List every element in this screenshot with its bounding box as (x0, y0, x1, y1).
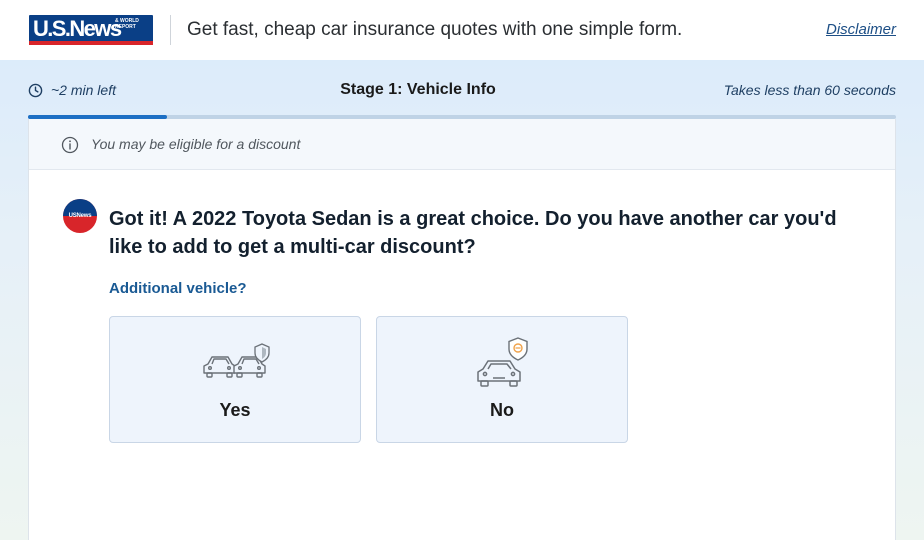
stage-title: Stage 1: Vehicle Info (340, 81, 496, 98)
takes-time-text: Takes less than 60 seconds (723, 82, 896, 98)
discount-notice-bar: You may be eligible for a discount (29, 119, 895, 170)
logo-stripe (29, 41, 153, 45)
question-card: You may be eligible for a discount USNew… (28, 119, 896, 540)
discount-notice-text: You may be eligible for a discount (91, 136, 301, 152)
two-cars-shield-icon (203, 343, 270, 378)
disclaimer-link[interactable]: Disclaimer (826, 20, 896, 40)
yes-option-label: Yes (219, 400, 251, 420)
single-car-shield-icon (477, 337, 528, 387)
yes-option-button[interactable]: Yes (109, 316, 361, 443)
usnews-logo[interactable]: U.S.News & WORLD REPORT (29, 15, 153, 45)
avatar-text: USNews (68, 213, 92, 219)
top-bar: U.S.News & WORLD REPORT Get fast, cheap … (0, 0, 924, 60)
info-icon (61, 136, 79, 154)
logo-text: U.S.News (33, 16, 122, 41)
no-option-label: No (490, 400, 514, 420)
additional-vehicle-label: Additional vehicle? (109, 280, 247, 297)
no-option-button[interactable]: No (376, 316, 628, 443)
logo-small-text: & WORLD REPORT (115, 18, 139, 30)
avatar: USNews (63, 199, 97, 233)
question-text: Got it! A 2022 Toyota Sedan is a great c… (109, 208, 837, 258)
header-divider (170, 15, 171, 45)
header-tagline: Get fast, cheap car insurance quotes wit… (187, 19, 683, 40)
